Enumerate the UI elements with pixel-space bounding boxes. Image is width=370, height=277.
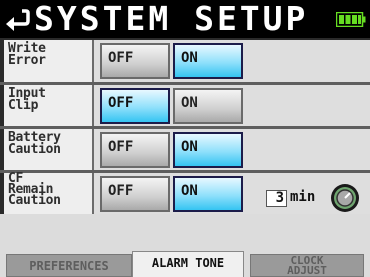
remain-time-unit: min: [290, 189, 316, 205]
row-label-cell: Input Clip: [4, 85, 94, 126]
row-content-cell: OFF ON 3 min: [94, 173, 370, 214]
row-label-cell: Write Error: [4, 40, 94, 82]
knob-icon[interactable]: [330, 183, 360, 213]
battery-caution-on-button[interactable]: ON: [173, 132, 243, 168]
row-cf-remain-caution: CF Remain Caution OFF ON 3 min: [4, 171, 370, 214]
tab-preferences[interactable]: PREFERENCES: [6, 254, 132, 277]
battery-icon: [336, 12, 366, 27]
row-label-cell: Battery Caution: [4, 129, 94, 170]
page-title: SYSTEM SETUP: [34, 0, 309, 38]
row-input-clip: Input Clip OFF ON: [4, 85, 370, 126]
battery-caution-off-button[interactable]: OFF: [100, 132, 170, 168]
write-error-on-button[interactable]: ON: [173, 43, 243, 79]
battery-caution-label: Battery Caution: [8, 130, 61, 157]
input-clip-on-button[interactable]: ON: [173, 88, 243, 124]
tab-area: PREFERENCES ALARM TONE CLOCK ADJUST: [0, 214, 370, 277]
write-error-label: Write Error: [8, 41, 46, 68]
write-error-off-button[interactable]: OFF: [100, 43, 170, 79]
input-clip-label: Input Clip: [8, 86, 46, 113]
row-content-cell: OFF ON: [94, 85, 370, 126]
tab-alarm-tone[interactable]: ALARM TONE: [132, 251, 244, 277]
cf-remain-caution-off-button[interactable]: OFF: [100, 176, 170, 212]
remain-time-value[interactable]: 3: [266, 190, 287, 207]
return-arrow-icon[interactable]: [4, 7, 30, 31]
input-clip-off-button[interactable]: OFF: [100, 88, 170, 124]
row-content-cell: OFF ON: [94, 40, 370, 82]
header-bar: SYSTEM SETUP: [0, 0, 370, 38]
row-write-error: Write Error OFF ON: [4, 40, 370, 82]
cf-remain-caution-label: CF Remain Caution: [8, 171, 61, 208]
row-label-cell: CF Remain Caution: [4, 171, 94, 214]
cf-remain-caution-on-button[interactable]: ON: [173, 176, 243, 212]
tab-clock-adjust[interactable]: CLOCK ADJUST: [250, 254, 364, 277]
system-setup-screen: SYSTEM SETUP Write Error OFF ON Input Cl…: [0, 0, 370, 277]
row-content-cell: OFF ON: [94, 129, 370, 170]
row-battery-caution: Battery Caution OFF ON: [4, 129, 370, 170]
